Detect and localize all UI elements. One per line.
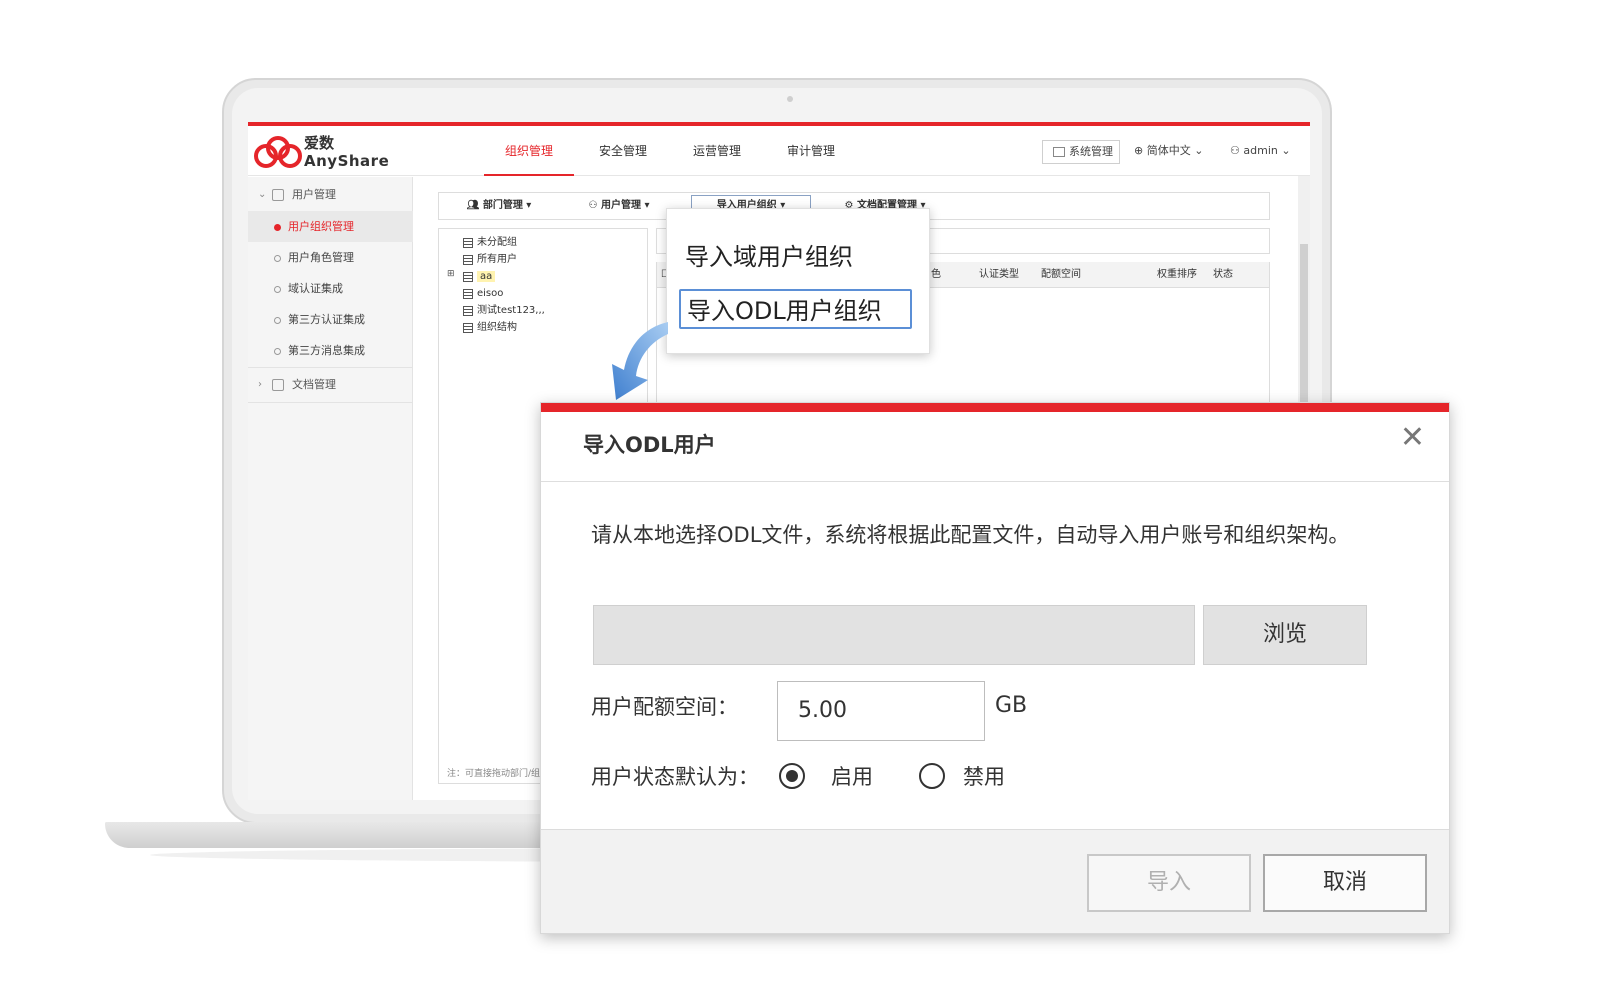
sidebar-group-user-management[interactable]: ⌄ 用户管理 xyxy=(248,179,413,211)
column-header: 权重排序 xyxy=(1157,269,1197,280)
folder-icon xyxy=(463,238,473,248)
department-management-button[interactable]: 👥︎ 部门管理 ▾ xyxy=(439,193,559,219)
sidebar-group-label: 用户管理 xyxy=(292,188,336,201)
org-icon xyxy=(463,323,473,333)
dialog-description: 请从本地选择ODL文件，系统将根据此配置文件，自动导入用户账号和组织架构。 xyxy=(591,523,1350,547)
radio-enable[interactable] xyxy=(779,763,805,789)
user-management-button[interactable]: ⚇ 用户管理 ▾ xyxy=(559,193,679,219)
curved-arrow-icon xyxy=(612,322,668,400)
sidebar-divider xyxy=(248,402,413,403)
quota-unit: GB xyxy=(995,693,1028,718)
tree-node[interactable]: 所有用户 xyxy=(463,252,517,268)
sidebar-group-doc-management[interactable]: › 文档管理 xyxy=(248,369,413,401)
sidebar-item-user-role[interactable]: 用户角色管理 xyxy=(248,242,413,273)
import-dropdown-menu: 导入域用户组织 导入ODL用户组织 xyxy=(666,208,930,354)
close-icon[interactable]: ✕ xyxy=(1400,423,1425,453)
anyshare-logo-icon xyxy=(254,136,302,168)
nav-org-management[interactable]: 组织管理 xyxy=(484,126,574,176)
user-icon: ⚇ xyxy=(588,200,601,211)
sidebar-group-label: 文档管理 xyxy=(292,378,336,391)
expand-plus-icon[interactable]: ⊞ xyxy=(447,269,455,279)
menu-item-import-odl-org[interactable]: 导入ODL用户组织 xyxy=(679,289,912,329)
chevron-down-icon: ⌄ xyxy=(1194,144,1204,157)
column-header: 色 xyxy=(931,269,941,280)
user-icon: ⚇ xyxy=(1230,144,1240,157)
system-management-button[interactable]: 系统管理 xyxy=(1042,140,1120,164)
org-icon xyxy=(463,289,473,299)
users-icon: 👥︎ xyxy=(466,200,483,211)
tree-node[interactable]: eisoo xyxy=(463,286,503,302)
tree-node[interactable]: 组织结构 xyxy=(463,320,517,336)
sidebar-item-third-party-auth[interactable]: 第三方认证集成 xyxy=(248,304,413,335)
nav-audit-management[interactable]: 审计管理 xyxy=(766,126,856,176)
file-path-input[interactable] xyxy=(593,605,1195,665)
sidebar: ⌄ 用户管理 用户组织管理 用户角色管理 域认证集成 第三方认证集成 第三方消息… xyxy=(248,177,413,800)
dialog-divider xyxy=(541,481,1449,482)
sidebar-item-user-org[interactable]: 用户组织管理 xyxy=(248,211,413,242)
radio-enable-label[interactable]: 启用 xyxy=(831,761,873,791)
chevron-down-icon: ⌄ xyxy=(258,189,267,200)
user-name: admin xyxy=(1243,144,1278,157)
import-button[interactable]: 导入 xyxy=(1087,854,1251,912)
quota-input[interactable]: 5.00 xyxy=(777,681,985,741)
main-nav: 组织管理 安全管理 运营管理 审计管理 xyxy=(484,126,860,176)
tree-note: 注：可直接拖动部门/组 xyxy=(447,769,541,779)
user-group-icon xyxy=(272,189,284,201)
column-header: 状态 xyxy=(1213,269,1233,280)
logo-text-en: AnyShare xyxy=(304,152,390,170)
app-header: 爱数 AnyShare 组织管理 安全管理 运营管理 审计管理 系统管理 ⊕ 简… xyxy=(248,126,1310,176)
cancel-button[interactable]: 取消 xyxy=(1263,854,1427,912)
globe-icon: ⊕ xyxy=(1134,144,1144,157)
stage: 爱数 AnyShare 组织管理 安全管理 运营管理 审计管理 系统管理 ⊕ 简… xyxy=(0,0,1600,995)
sidebar-item-third-party-message[interactable]: 第三方消息集成 xyxy=(248,335,413,366)
user-menu[interactable]: ⚇ admin ⌄ xyxy=(1230,140,1291,164)
menu-item-import-domain-org[interactable]: 导入域用户组织 xyxy=(685,237,853,277)
column-header: 认证类型 xyxy=(979,269,1019,280)
chevron-right-icon: › xyxy=(258,379,262,390)
quota-label: 用户配额空间： xyxy=(591,695,738,719)
document-icon xyxy=(272,379,284,391)
radio-disable-label[interactable]: 禁用 xyxy=(963,761,1005,791)
nav-operations-management[interactable]: 运营管理 xyxy=(672,126,762,176)
browse-button[interactable]: 浏览 xyxy=(1203,605,1367,665)
logo-text-cn: 爱数 xyxy=(304,134,335,152)
dialog-footer: 导入 取消 xyxy=(541,829,1449,933)
language-selector[interactable]: ⊕ 简体中文 ⌄ xyxy=(1134,140,1203,164)
folder-icon xyxy=(463,255,473,265)
tree-node[interactable]: 未分配组 xyxy=(463,235,517,251)
status-label: 用户状态默认为： xyxy=(591,765,759,789)
language-label: 简体中文 xyxy=(1146,144,1191,157)
column-header: 配额空间 xyxy=(1041,269,1081,280)
dialog-brand-bar xyxy=(541,403,1449,412)
dialog-title: 导入ODL用户 xyxy=(583,433,716,457)
tree-node[interactable]: aa xyxy=(463,269,496,285)
tree-node[interactable]: 测试test123,,, xyxy=(463,303,545,319)
chevron-down-icon: ⌄ xyxy=(1281,144,1291,157)
camera-dot xyxy=(787,96,793,102)
org-icon xyxy=(463,306,473,316)
nav-security-management[interactable]: 安全管理 xyxy=(578,126,668,176)
org-icon xyxy=(463,272,473,282)
sidebar-divider xyxy=(248,367,413,368)
radio-disable[interactable] xyxy=(919,763,945,789)
system-icon xyxy=(1053,147,1065,157)
import-odl-dialog: 导入ODL用户 ✕ 请从本地选择ODL文件，系统将根据此配置文件，自动导入用户账… xyxy=(540,402,1450,934)
sidebar-item-domain-auth[interactable]: 域认证集成 xyxy=(248,273,413,304)
system-management-label: 系统管理 xyxy=(1069,145,1113,158)
